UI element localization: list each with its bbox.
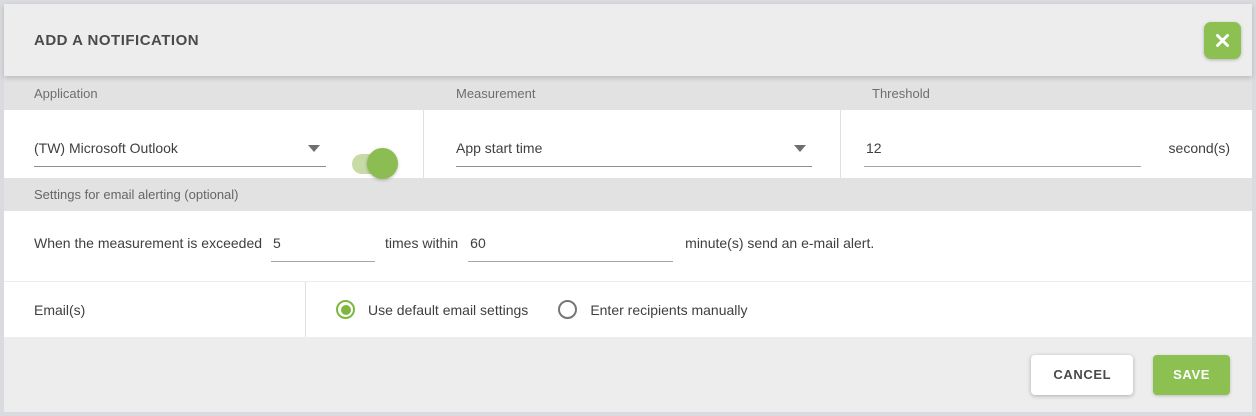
measurement-select-value: App start time — [456, 140, 542, 156]
notification-settings-row: (TW) Microsoft Outlook App start time se… — [4, 110, 1252, 178]
chevron-down-icon — [794, 145, 806, 152]
cancel-button[interactable]: CANCEL — [1031, 355, 1133, 395]
condition-middle-text: times within — [385, 235, 458, 251]
application-select[interactable]: (TW) Microsoft Outlook — [34, 140, 326, 167]
radio-icon — [336, 300, 355, 319]
add-notification-dialog: ADD A NOTIFICATION Application Measureme… — [4, 4, 1252, 412]
email-alerting-section-header: Settings for email alerting (optional) — [4, 178, 1252, 211]
application-select-value: (TW) Microsoft Outlook — [34, 140, 178, 156]
condition-suffix-text: minute(s) send an e-mail alert. — [685, 235, 874, 251]
close-icon — [1214, 32, 1231, 49]
close-button[interactable] — [1204, 22, 1241, 59]
dialog-title: ADD A NOTIFICATION — [34, 32, 199, 49]
toggle-knob — [367, 148, 398, 179]
radio-enter-recipients[interactable]: Enter recipients manually — [558, 300, 747, 319]
save-button[interactable]: SAVE — [1153, 355, 1230, 395]
threshold-unit-label: second(s) — [1169, 140, 1230, 156]
email-mode-radio-group: Use default email settings Enter recipie… — [306, 282, 778, 337]
emails-row: Email(s) Use default email settings Ente… — [4, 281, 1252, 337]
chevron-down-icon — [308, 145, 320, 152]
application-enabled-toggle[interactable] — [352, 148, 398, 180]
measurement-select[interactable]: App start time — [456, 140, 812, 167]
radio-use-default-email-label: Use default email settings — [368, 302, 528, 318]
threshold-column: second(s) — [841, 110, 1252, 178]
radio-enter-recipients-label: Enter recipients manually — [590, 302, 747, 318]
threshold-input[interactable] — [864, 140, 1141, 167]
measurement-column: App start time — [424, 110, 841, 178]
threshold-column-label: Threshold — [841, 86, 1252, 101]
radio-use-default-email[interactable]: Use default email settings — [336, 300, 528, 319]
dialog-header: ADD A NOTIFICATION — [4, 4, 1252, 76]
radio-icon — [558, 300, 577, 319]
emails-label: Email(s) — [4, 282, 306, 337]
application-column-label: Application — [4, 86, 424, 101]
measurement-column-label: Measurement — [424, 86, 841, 101]
dialog-footer: CANCEL SAVE — [4, 337, 1252, 412]
column-labels-row: Application Measurement Threshold — [4, 76, 1252, 110]
email-alert-condition-row: When the measurement is exceeded times w… — [4, 211, 1252, 281]
application-column: (TW) Microsoft Outlook — [4, 110, 424, 178]
condition-prefix-text: When the measurement is exceeded — [34, 235, 262, 251]
minutes-window-input[interactable] — [468, 235, 673, 262]
times-exceeded-input[interactable] — [271, 235, 375, 262]
